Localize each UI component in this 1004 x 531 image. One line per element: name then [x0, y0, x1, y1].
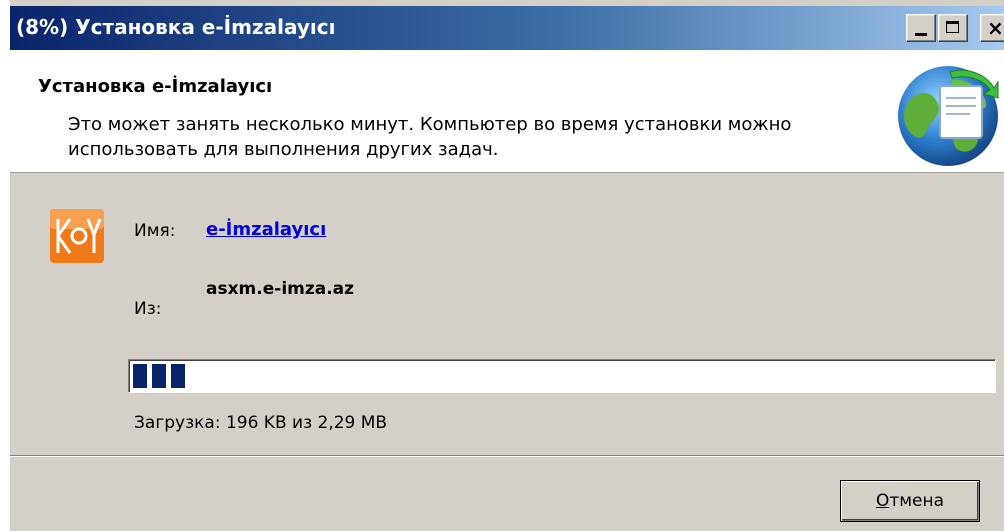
progress-block — [133, 364, 147, 388]
from-value: asxm.e-imza.az — [206, 279, 355, 299]
window-title: (8%) Установка e-İmzalayıcı — [16, 15, 336, 39]
progress-bar — [128, 359, 996, 393]
name-label: Имя: — [134, 221, 176, 241]
maximize-icon — [946, 21, 959, 33]
footer-divider — [10, 455, 1004, 457]
minimize-icon — [915, 33, 927, 36]
minimize-button[interactable] — [906, 14, 936, 42]
progress-block — [152, 364, 166, 388]
progress-block — [171, 364, 185, 388]
key-app-icon — [50, 209, 104, 263]
download-details: Имя: e-İmzalayıcı asxm.e-imza.az Из: Заг… — [10, 173, 1004, 456]
title-bar[interactable]: (8%) Установка e-İmzalayıcı × — [10, 6, 1004, 50]
maximize-button[interactable] — [938, 14, 968, 42]
close-icon: × — [987, 16, 1004, 40]
cancel-label: тмена — [889, 491, 945, 511]
cancel-mnemonic: О — [875, 491, 890, 511]
header-panel: Установка e-İmzalayıcı Это может занять … — [10, 50, 1004, 173]
download-status: Загрузка: 196 KB из 2,29 MB — [134, 413, 388, 433]
close-button[interactable]: × — [980, 14, 1004, 42]
header-title: Установка e-İmzalayıcı — [38, 76, 273, 97]
cancel-button[interactable]: Отмена — [840, 480, 980, 522]
installer-window: (8%) Установка e-İmzalayıcı × Установка … — [10, 0, 1004, 531]
name-link[interactable]: e-İmzalayıcı — [206, 219, 326, 240]
header-description: Это может занять несколько минут. Компью… — [68, 114, 792, 160]
from-label: Из: — [134, 299, 162, 319]
globe-install-icon — [898, 66, 999, 166]
